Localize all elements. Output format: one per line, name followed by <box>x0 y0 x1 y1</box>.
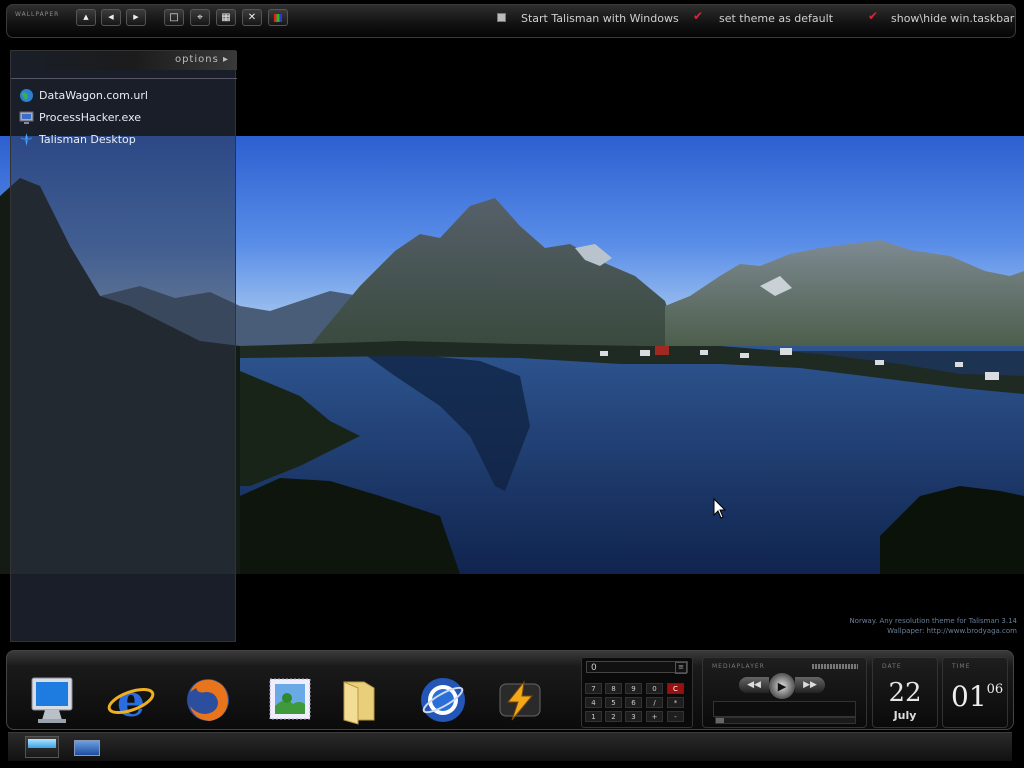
play-icon: ▶ <box>777 679 787 693</box>
time-minute: 06 <box>986 682 1004 697</box>
up-arrow-icon: ▲ <box>83 13 89 21</box>
close-icon: ✕ <box>247 11 257 23</box>
shortcut-label: Talisman Desktop <box>39 132 136 146</box>
calc-key-4[interactable]: 4 <box>585 697 602 708</box>
progress-bar[interactable] <box>715 717 856 724</box>
google-earth-icon[interactable] <box>417 674 469 726</box>
grid-icon: ▦ <box>221 11 231 23</box>
calc-key-5[interactable]: 5 <box>605 697 622 708</box>
time-display: 0106 <box>951 680 1003 713</box>
window-thumbnail-icon <box>28 739 56 748</box>
play-button[interactable]: ▶ <box>769 673 795 699</box>
talisman-icon <box>19 132 34 147</box>
tile-button[interactable]: ▦ <box>216 9 236 26</box>
shortcut-talisman[interactable]: Talisman Desktop <box>19 131 136 147</box>
calc-key-6[interactable]: 6 <box>625 697 642 708</box>
shortcut-label: ProcessHacker.exe <box>39 110 142 124</box>
calc-key-clear[interactable]: C <box>667 683 684 694</box>
shortcut-datawagon[interactable]: DataWagon.com.url <box>19 87 148 103</box>
wallpaper-credit: Norway. Any resolution theme for Talisma… <box>849 616 1017 636</box>
calc-key-8[interactable]: 8 <box>605 683 622 694</box>
options-menu[interactable]: options ▸ <box>175 54 229 65</box>
winamp-icon[interactable] <box>494 674 546 726</box>
center-button[interactable]: ⌖ <box>190 9 210 26</box>
time-widget: TIME 0106 <box>942 657 1008 728</box>
date-day: 22 <box>888 678 922 708</box>
next-track-button[interactable]: ▶▶ <box>795 677 825 693</box>
calc-key-2[interactable]: 2 <box>605 711 622 722</box>
shortcuts-panel: options ▸ DataWagon.com.url ProcessHacke… <box>10 50 237 642</box>
date-label: DATE <box>882 663 902 670</box>
mouse-cursor-icon <box>713 498 727 519</box>
calc-key-3[interactable]: 3 <box>625 711 642 722</box>
credit-line-2: Wallpaper: http://www.brodyaga.com <box>887 627 1017 635</box>
calc-key-7[interactable]: 7 <box>585 683 602 694</box>
rewind-icon: ◀◀ <box>747 680 761 690</box>
media-player-widget: MEDIAPLAYER ◀◀ ▶ ▶▶ <box>702 657 867 728</box>
fast-forward-icon: ▶▶ <box>803 680 817 690</box>
scroll-up-button[interactable]: ▲ <box>76 9 96 26</box>
my-computer-icon[interactable] <box>27 674 79 726</box>
calc-key-plus[interactable]: + <box>646 711 663 722</box>
monitor-icon <box>19 110 34 125</box>
calc-key-0[interactable]: 0 <box>646 683 663 694</box>
time-label: TIME <box>952 663 971 670</box>
shortcut-label: DataWagon.com.url <box>39 88 148 102</box>
mail-stamp-icon[interactable] <box>265 674 317 726</box>
folder-icon[interactable] <box>334 674 386 726</box>
panel-header: options ▸ <box>11 51 237 70</box>
set-default-checkmark-icon[interactable]: ✔ <box>693 10 703 22</box>
close-button[interactable]: ✕ <box>242 9 262 26</box>
calculator-dropdown-icon[interactable]: ≡ <box>675 662 687 674</box>
date-widget: DATE 22 July <box>872 657 938 728</box>
date-month: July <box>893 709 917 722</box>
calc-key-divide[interactable]: / <box>646 697 663 708</box>
color-palette-icon <box>274 13 282 22</box>
taskbar-toggle-checkmark-icon[interactable]: ✔ <box>868 10 878 22</box>
internet-explorer-icon[interactable]: e <box>105 674 157 727</box>
start-with-windows-label: Start Talisman with Windows <box>521 12 679 25</box>
top-toolbar: WALLPAPER <box>6 4 1016 38</box>
shortcut-processhacker[interactable]: ProcessHacker.exe <box>19 109 141 125</box>
svg-text:e: e <box>117 676 145 726</box>
previous-button[interactable]: ◀ <box>101 9 121 26</box>
taskbar-toggle-label: show\hide win.taskbar <box>891 12 1015 25</box>
next-button[interactable]: ▶ <box>126 9 146 26</box>
seek-bar[interactable] <box>713 701 856 717</box>
start-with-windows-checkbox[interactable] <box>497 13 506 22</box>
calc-key-1[interactable]: 1 <box>585 711 602 722</box>
left-arrow-icon: ◀ <box>108 13 114 21</box>
calc-key-minus[interactable]: - <box>667 711 684 722</box>
volume-meter[interactable] <box>812 664 858 669</box>
stop-icon: □ <box>169 11 179 23</box>
taskbar-item-active[interactable] <box>25 736 59 758</box>
credit-line-1: Norway. Any resolution theme for Talisma… <box>849 617 1017 625</box>
stop-button[interactable]: □ <box>164 9 184 26</box>
color-button[interactable] <box>268 9 288 26</box>
right-arrow-icon: ▶ <box>133 13 139 21</box>
window-thumbnail-icon <box>74 740 100 756</box>
firefox-icon[interactable] <box>182 674 234 726</box>
calculator-widget: 0 ≡ 7 8 9 0 C 4 5 6 / * 1 2 3 + - <box>581 657 693 728</box>
calculator-display: 0 <box>586 661 688 673</box>
time-hour: 01 <box>951 680 987 713</box>
toolbar-title: WALLPAPER <box>15 11 60 18</box>
taskbar <box>8 732 1012 761</box>
globe-icon <box>19 88 34 103</box>
set-default-label: set theme as default <box>719 12 834 25</box>
media-player-label: MEDIAPLAYER <box>712 663 765 670</box>
calc-key-multiply[interactable]: * <box>667 697 684 708</box>
previous-track-button[interactable]: ◀◀ <box>739 677 769 693</box>
crosshair-icon: ⌖ <box>197 11 203 23</box>
taskbar-item[interactable] <box>72 736 104 756</box>
panel-divider <box>11 78 237 79</box>
calc-key-9[interactable]: 9 <box>625 683 642 694</box>
